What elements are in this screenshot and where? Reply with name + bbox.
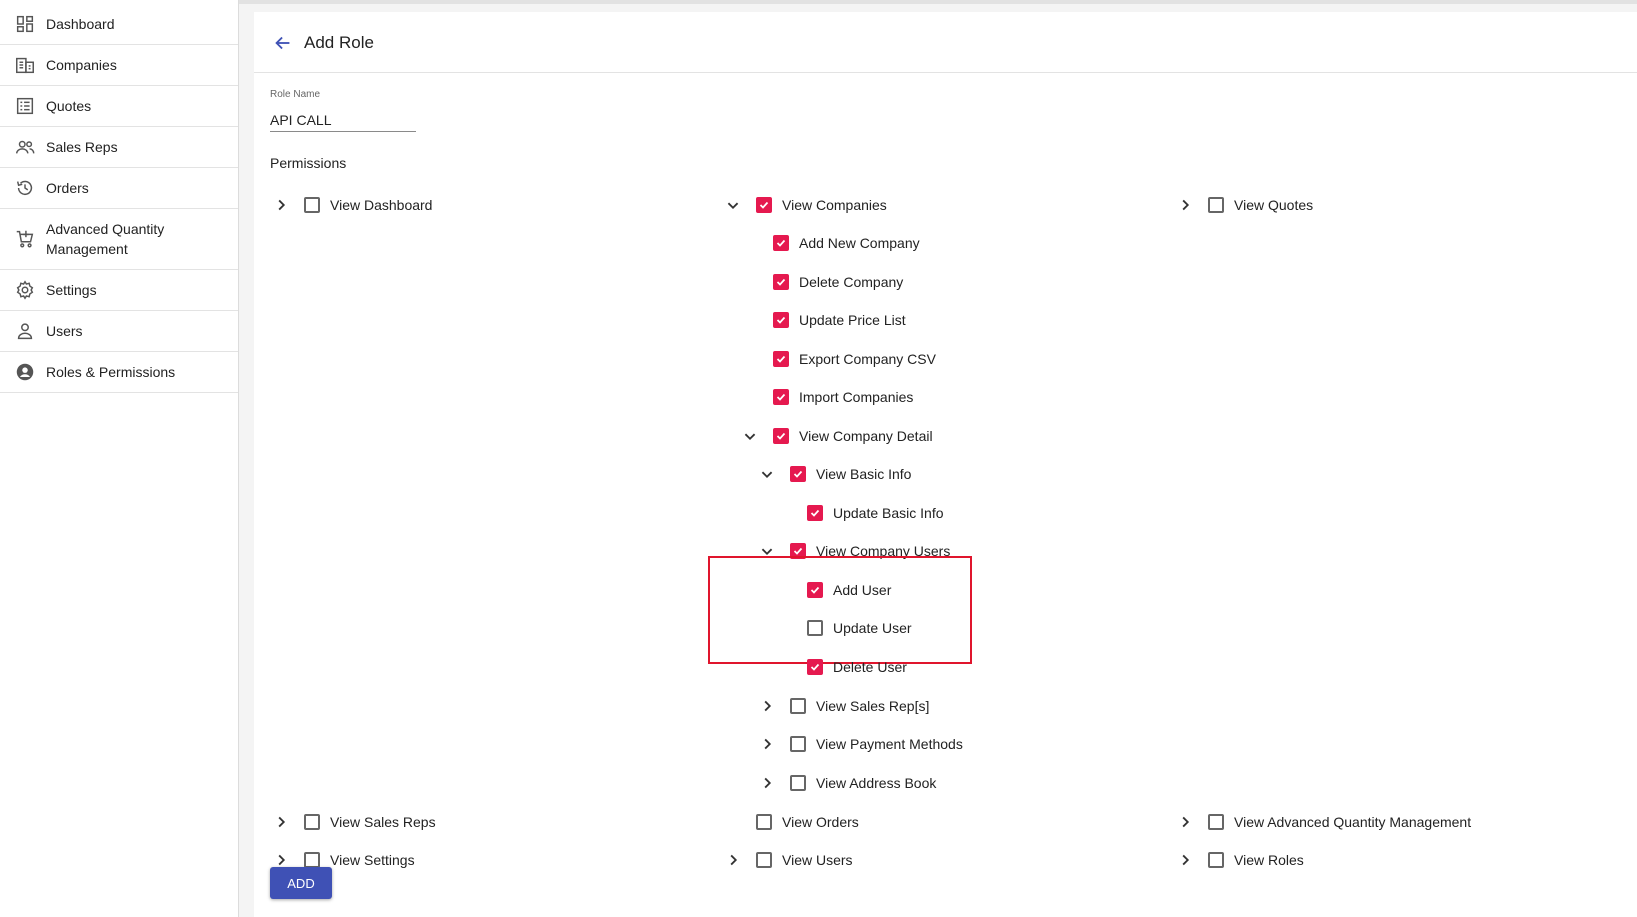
card-header: Add Role (254, 12, 1637, 73)
chevron-down-icon[interactable] (722, 194, 744, 216)
permission-label: View Sales Rep[s] (816, 698, 930, 714)
delete-user-checkbox[interactable] (807, 659, 823, 675)
chevron-down-icon[interactable] (739, 425, 761, 447)
person-icon (14, 320, 36, 342)
chevron-right-icon[interactable] (1174, 811, 1196, 833)
sidebar: Dashboard Companies Quotes Sales Reps Or… (0, 0, 239, 917)
view-sales-reps-checkbox[interactable] (304, 814, 320, 830)
view-users-checkbox[interactable] (756, 852, 772, 868)
add-role-card: Add Role Role Name Permissions View Dash… (254, 12, 1637, 917)
view-sales-rep-s-checkbox[interactable] (790, 698, 806, 714)
permission-label: View Payment Methods (816, 736, 963, 752)
add-new-company-checkbox[interactable] (773, 235, 789, 251)
add-button[interactable]: ADD (270, 867, 332, 899)
view-companies-checkbox[interactable] (756, 197, 772, 213)
sidebar-item-advanced-quantity-management[interactable]: Advanced Quantity Management (0, 209, 238, 270)
export-company-csv-checkbox[interactable] (773, 351, 789, 367)
sidebar-item-companies[interactable]: Companies (0, 45, 238, 86)
view-basic-info-checkbox[interactable] (790, 466, 806, 482)
sidebar-item-label: Users (46, 323, 83, 339)
permission-label: View Companies (782, 197, 887, 213)
permission-label: Add New Company (799, 235, 920, 251)
permissions-heading: Permissions (270, 155, 347, 171)
permission-label: View Roles (1234, 852, 1304, 868)
gear-icon (14, 279, 36, 301)
update-basic-info-checkbox[interactable] (807, 505, 823, 521)
permission-label: Update User (833, 620, 912, 636)
sidebar-item-quotes[interactable]: Quotes (0, 86, 238, 127)
history-icon (14, 177, 36, 199)
permission-label: View Company Detail (799, 428, 933, 444)
chevron-right-icon[interactable] (722, 849, 744, 871)
add-user-checkbox[interactable] (807, 582, 823, 598)
chevron-right-icon[interactable] (1174, 194, 1196, 216)
permission-label: Update Basic Info (833, 505, 944, 521)
update-price-list-checkbox[interactable] (773, 312, 789, 328)
chevron-right-icon[interactable] (1174, 849, 1196, 871)
permission-label: View Advanced Quantity Management (1234, 814, 1472, 830)
permission-label: Delete Company (799, 274, 904, 290)
permission-label: Add User (833, 582, 892, 598)
chevron-down-icon[interactable] (756, 463, 778, 485)
sidebar-item-label: Quotes (46, 98, 92, 114)
view-payment-methods-checkbox[interactable] (790, 736, 806, 752)
list-icon (14, 95, 36, 117)
permission-label: View Quotes (1234, 197, 1314, 213)
role-name-input[interactable] (270, 109, 416, 132)
sidebar-item-label: Settings (46, 282, 97, 298)
sidebar-item-roles-permissions[interactable]: Roles & Permissions (0, 352, 238, 393)
chevron-right-icon[interactable] (270, 194, 292, 216)
sidebar-item-label: Orders (46, 180, 89, 196)
view-advanced-quantity-management-checkbox[interactable] (1208, 814, 1224, 830)
sidebar-item-label: Roles & Permissions (46, 364, 176, 380)
sidebar-item-users[interactable]: Users (0, 311, 238, 352)
chevron-right-icon[interactable] (756, 695, 778, 717)
view-quotes-checkbox[interactable] (1208, 197, 1224, 213)
sidebar-item-label: Companies (46, 57, 117, 73)
chevron-right-icon[interactable] (756, 733, 778, 755)
view-company-detail-checkbox[interactable] (773, 428, 789, 444)
top-bar (0, 0, 1637, 4)
sidebar-item-dashboard[interactable]: Dashboard (0, 4, 238, 45)
permission-label: View Settings (330, 852, 415, 868)
chevron-right-icon[interactable] (270, 811, 292, 833)
permission-label: View Users (782, 852, 853, 868)
arrow-left-icon[interactable] (272, 32, 294, 54)
update-user-checkbox[interactable] (807, 620, 823, 636)
view-dashboard-checkbox[interactable] (304, 197, 320, 213)
role-name-label: Role Name (270, 89, 321, 100)
highlight-box (708, 556, 972, 664)
permission-label: View Orders (782, 814, 859, 830)
chevron-right-icon[interactable] (756, 772, 778, 794)
sidebar-item-settings[interactable]: Settings (0, 270, 238, 311)
import-companies-checkbox[interactable] (773, 389, 789, 405)
permission-label: View Address Book (816, 775, 937, 791)
delete-company-checkbox[interactable] (773, 274, 789, 290)
sidebar-item-label: Sales Reps (46, 139, 118, 155)
permission-label: View Sales Reps (330, 814, 436, 830)
permission-label: Delete User (833, 659, 907, 675)
view-address-book-checkbox[interactable] (790, 775, 806, 791)
permission-label: Update Price List (799, 312, 906, 328)
sidebar-item-label: Advanced Quantity Management (46, 221, 165, 257)
sidebar-item-label: Dashboard (46, 16, 115, 32)
sidebar-item-orders[interactable]: Orders (0, 168, 238, 209)
view-orders-checkbox[interactable] (756, 814, 772, 830)
sidebar-item-sales-reps[interactable]: Sales Reps (0, 127, 238, 168)
permission-label: View Dashboard (330, 197, 433, 213)
page-title: Add Role (304, 33, 374, 52)
permission-label: View Basic Info (816, 466, 912, 482)
view-settings-checkbox[interactable] (304, 852, 320, 868)
cart-icon (14, 228, 36, 250)
permission-label: Import Companies (799, 389, 914, 405)
account-circle-icon (14, 361, 36, 383)
building-icon (14, 54, 36, 76)
people-icon (14, 136, 36, 158)
permission-label: Export Company CSV (799, 351, 936, 367)
dashboard-icon (14, 13, 36, 35)
view-roles-checkbox[interactable] (1208, 852, 1224, 868)
